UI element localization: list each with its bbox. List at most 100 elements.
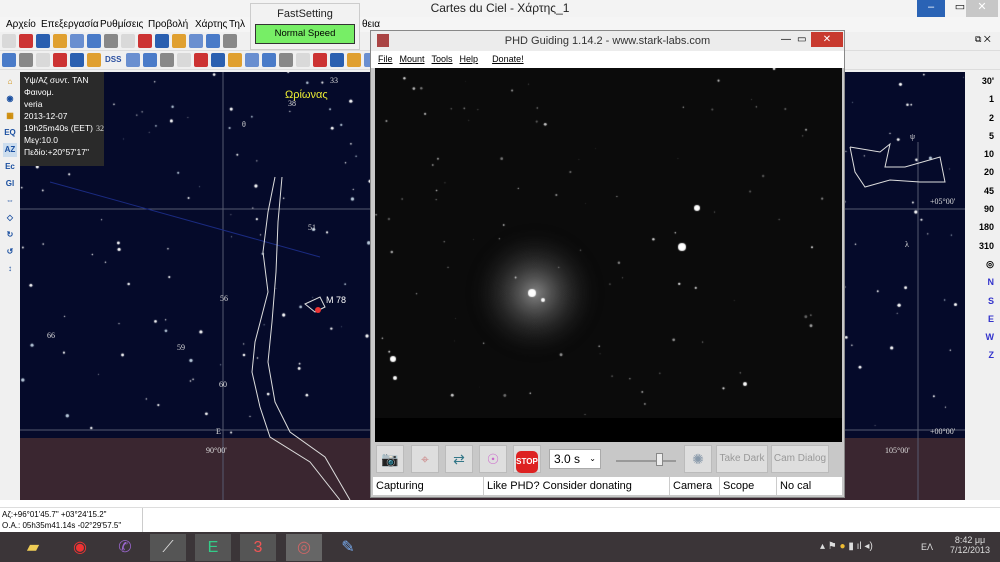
toolbar-button[interactable] [159, 53, 174, 67]
guide-button[interactable]: ☉ [479, 445, 507, 473]
fov-2[interactable]: 2 [965, 109, 1000, 127]
toolbar-button[interactable] [18, 53, 33, 67]
m78-label[interactable]: M 78 [326, 295, 346, 305]
toolbar-button[interactable] [125, 53, 140, 67]
vertical-icon[interactable]: ↕ [3, 262, 17, 276]
menu-file[interactable]: Αρχείο [6, 17, 36, 32]
menu-chart[interactable]: Χάρτης [195, 17, 227, 32]
fov-20[interactable]: 20 [965, 163, 1000, 181]
phd-taskbar-icon[interactable]: ◎ [286, 534, 322, 561]
loop-camera-button[interactable]: 📷 [376, 445, 404, 473]
cam-dialog-button[interactable]: Cam Dialog [771, 445, 829, 473]
file-explorer-icon[interactable]: ▰ [15, 534, 51, 561]
normal-speed-button[interactable]: Normal Speed [255, 24, 355, 44]
toolbar-button[interactable] [52, 34, 67, 48]
eq-button[interactable]: EQ [3, 126, 17, 140]
toolbar-button[interactable] [142, 53, 157, 67]
stop-button[interactable]: STOP [513, 445, 541, 473]
menu-telescope[interactable]: Τηλ [229, 17, 245, 32]
cartes-du-ciel-icon[interactable]: ⟋ [150, 534, 186, 561]
fov-180[interactable]: 180 [965, 218, 1000, 236]
toolbar-button[interactable] [346, 53, 361, 67]
toolbar-button[interactable] [227, 53, 242, 67]
toolbar-button[interactable] [35, 34, 50, 48]
fov-1[interactable]: 1 [965, 90, 1000, 108]
dir-north[interactable]: N [965, 273, 1000, 291]
phd-close-button[interactable]: ✕ [811, 32, 843, 47]
menu-edit[interactable]: Επεξεργασία [41, 17, 99, 32]
phd-menu-donate[interactable]: Donate! [492, 54, 524, 64]
toolbar-button[interactable] [1, 34, 16, 48]
nebulosity-icon[interactable]: 3 [240, 534, 276, 561]
fov-10[interactable]: 10 [965, 145, 1000, 163]
ecliptic-button[interactable]: Ec [3, 160, 17, 174]
phd-menu-help[interactable]: Help [460, 54, 479, 64]
phd-menu-tools[interactable]: Tools [432, 54, 453, 64]
phd-minimize-button[interactable]: — [781, 34, 791, 45]
toolbar-button[interactable] [176, 53, 191, 67]
paint-icon[interactable]: ✎ [330, 534, 366, 561]
language-indicator[interactable]: ΕΛ [921, 542, 933, 552]
toolbar-button[interactable] [205, 34, 220, 48]
toolbar-button[interactable] [154, 34, 169, 48]
toolbar-button[interactable] [86, 53, 101, 67]
fov-30min[interactable]: 30' [965, 72, 1000, 90]
toolbar-button[interactable] [35, 53, 50, 67]
toolbar-button[interactable] [1, 53, 16, 67]
minimize-button[interactable]: – [917, 0, 945, 17]
gamma-slider[interactable] [616, 460, 676, 462]
toolbar-button[interactable] [171, 34, 186, 48]
connect-mount-button[interactable]: ⌖ [411, 445, 439, 473]
dir-west[interactable]: W [965, 328, 1000, 346]
toolbar-button[interactable] [86, 34, 101, 48]
connect-camera-button[interactable]: ⇄ [445, 445, 473, 473]
gamma-slider-thumb[interactable] [656, 453, 663, 466]
toolbar-button[interactable] [278, 53, 293, 67]
brain-settings-button[interactable]: ✺ [684, 445, 712, 473]
dir-east[interactable]: E [965, 310, 1000, 328]
rotate-cw-icon[interactable]: ↻ [3, 228, 17, 242]
home-icon[interactable]: ⌂ [3, 75, 17, 89]
toolbar-button[interactable] [137, 34, 152, 48]
toolbar-button[interactable] [69, 53, 84, 67]
take-dark-button[interactable]: Take Dark [716, 445, 768, 473]
phd-maximize-button[interactable]: ▭ [797, 34, 806, 45]
fov-90[interactable]: 90 [965, 200, 1000, 218]
toolbar-button[interactable] [312, 53, 327, 67]
menu-settings[interactable]: Ρυθμίσεις [100, 17, 143, 32]
toolbar-button[interactable] [329, 53, 344, 67]
eqmod-icon[interactable]: E [195, 534, 231, 561]
close-button[interactable]: ✕ [966, 0, 998, 17]
chrome-icon[interactable]: ◉ [62, 534, 98, 561]
toolbar-button[interactable] [52, 53, 67, 67]
calendar-icon[interactable]: ▦ [3, 109, 17, 123]
toolbar-button[interactable] [120, 34, 135, 48]
dss-button[interactable]: DSS [105, 53, 121, 67]
az-button[interactable]: AZ [3, 143, 17, 157]
fov-5[interactable]: 5 [965, 127, 1000, 145]
viber-icon[interactable]: ✆ [107, 534, 143, 561]
phd-menu-mount[interactable]: Mount [400, 54, 425, 64]
toolbar-button[interactable] [261, 53, 276, 67]
toolbar-button[interactable] [193, 53, 208, 67]
fov-310[interactable]: 310 [965, 237, 1000, 255]
toolbar-button[interactable] [69, 34, 84, 48]
globe-icon[interactable]: ◎ [965, 255, 1000, 273]
toolbar-button[interactable] [210, 53, 225, 67]
refresh-icon[interactable]: ◉ [3, 92, 17, 106]
menu-view[interactable]: Προβολή [148, 17, 188, 32]
toolbar-button[interactable] [244, 53, 259, 67]
fov-45[interactable]: 45 [965, 182, 1000, 200]
tray-icons[interactable]: ▴ ⚑ ● ▮ ıl ◂) [820, 541, 873, 552]
toolbar-button[interactable] [103, 34, 118, 48]
flip-v-icon[interactable]: ◇ [3, 211, 17, 225]
rotate-ccw-icon[interactable]: ↺ [3, 245, 17, 259]
toolbar-button[interactable] [18, 34, 33, 48]
phd-menu-file[interactable]: File [378, 54, 393, 64]
guide-camera-image[interactable] [375, 68, 842, 418]
flip-h-icon[interactable]: ⇔ [3, 194, 17, 208]
dir-south[interactable]: S [965, 292, 1000, 310]
galactic-button[interactable]: Gl [3, 177, 17, 191]
toolbar-button[interactable] [188, 34, 203, 48]
horizontal-scrollbar[interactable] [0, 500, 1000, 508]
